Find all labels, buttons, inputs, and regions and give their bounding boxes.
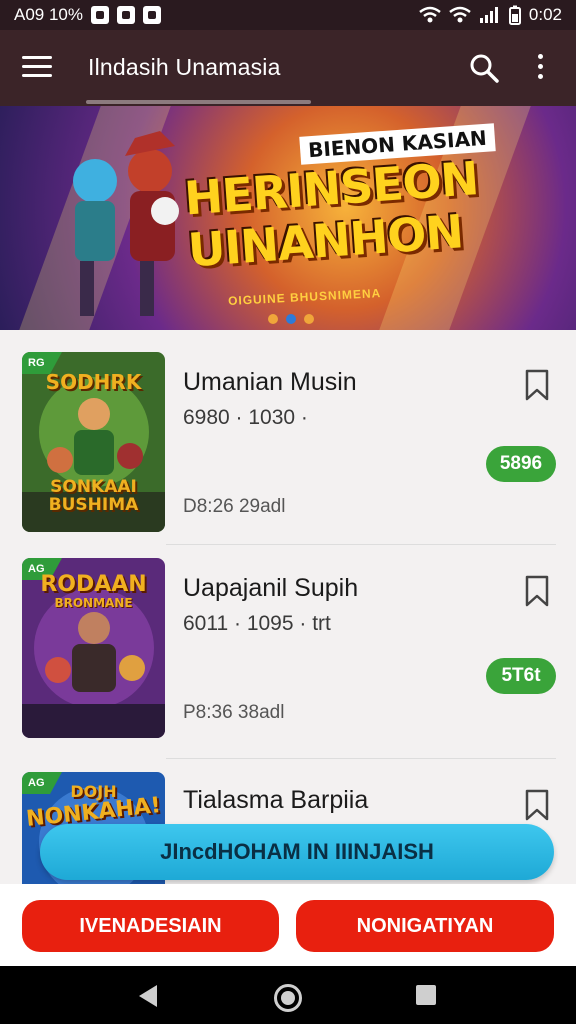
lock-icon [117, 6, 135, 24]
price-button[interactable]: 5896 [486, 446, 556, 482]
thumbnail-title-bottom: SONKAAI BUSHIMA [48, 477, 139, 515]
page-dot[interactable] [286, 314, 296, 324]
app-toolbar: Ilndasih Unamasia [0, 30, 576, 106]
battery-icon [508, 5, 521, 25]
price-button[interactable]: 5T6t [486, 658, 556, 694]
game-date: P8:36 38adl [183, 702, 285, 723]
signal-icon [479, 7, 498, 23]
featured-banner[interactable]: BIENON KASIAN HERINSEON UINANHON OIGUINE… [0, 106, 576, 330]
recents-icon[interactable] [416, 985, 436, 1005]
status-time: 0:02 [528, 5, 562, 24]
bookmark-icon[interactable] [524, 788, 550, 822]
status-left-text: A09 10% [14, 5, 83, 24]
search-icon[interactable] [468, 52, 500, 84]
floating-cta-button[interactable]: JIncdHOHAM IN IIINJAISH [40, 824, 554, 880]
status-left: A09 10% [14, 5, 161, 25]
status-right: 0:02 [419, 5, 562, 25]
wifi-icon [419, 6, 441, 23]
bottom-action-bar: IVENADESIAIN NONIGATIYAN [0, 884, 576, 966]
game-name: Uapajanil Supih [183, 574, 359, 602]
home-icon[interactable] [274, 984, 302, 1012]
thumbnail-title-top: SODHRK [45, 370, 142, 394]
banner-page-indicator [268, 314, 314, 324]
game-thumbnail: AG RODAAN BRONMANE [22, 558, 165, 738]
title-underline [86, 100, 311, 104]
shield-icon [143, 6, 161, 24]
game-name: Umanian Musin [183, 368, 357, 396]
thumbnail-title-bottom: BRONMANE [54, 596, 133, 610]
more-vert-icon[interactable] [532, 54, 548, 84]
menu-icon[interactable] [22, 56, 52, 80]
right-action-button[interactable]: NONIGATIYAN [296, 900, 554, 952]
system-nav-bar [0, 966, 576, 1024]
page-dot[interactable] [304, 314, 314, 324]
game-meta: 6980 · 1030 · [183, 406, 308, 429]
bookmark-icon[interactable] [524, 368, 550, 402]
game-meta: 6011 · 1095 · trt [183, 612, 331, 635]
game-name: Tialasma Barpiia [183, 786, 369, 814]
bookmark-icon[interactable] [524, 574, 550, 608]
status-bar: A09 10% 0:02 [0, 0, 576, 30]
banner-subtitle: OIGUINE BHUSNIMENA [227, 285, 382, 309]
list-item[interactable]: RG SODHRK SONKAAI BUSHIMA Umanian Musin … [0, 330, 576, 540]
page-title: Ilndasih Unamasia [88, 54, 281, 80]
game-thumbnail: RG SODHRK SONKAAI BUSHIMA [22, 352, 165, 532]
list-item[interactable]: AG RODAAN BRONMANE Uapajanil Supih 6011 … [0, 536, 576, 746]
thumbnail-title-top: RODAAN [40, 572, 147, 597]
banner-headline: HERINSEON UINANHON [183, 151, 490, 277]
mail-icon [91, 6, 109, 24]
hero-characters-illustration [73, 131, 179, 316]
left-action-button[interactable]: IVENADESIAIN [22, 900, 279, 952]
page-dot[interactable] [268, 314, 278, 324]
wifi-call-icon [449, 6, 471, 23]
game-date: D8:26 29adl [183, 496, 286, 517]
back-icon[interactable] [139, 985, 157, 1007]
